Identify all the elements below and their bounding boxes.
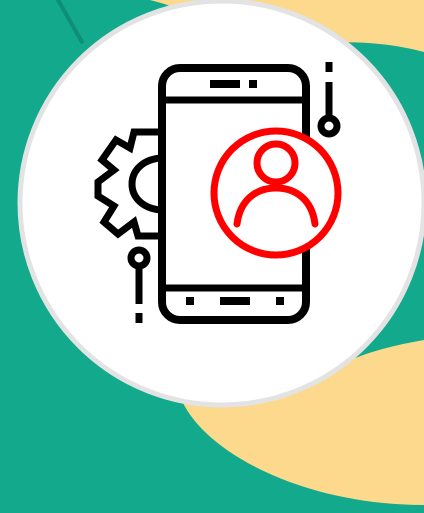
phone-speaker [210,80,240,88]
user-avatar-icon [210,127,342,259]
phone-button-left [186,297,194,305]
phone-button-right [276,297,284,305]
illustration-canvas [0,0,424,513]
phone-home-bar [220,297,250,305]
mobile-user-illustration [0,0,424,513]
phone-camera [249,80,257,88]
